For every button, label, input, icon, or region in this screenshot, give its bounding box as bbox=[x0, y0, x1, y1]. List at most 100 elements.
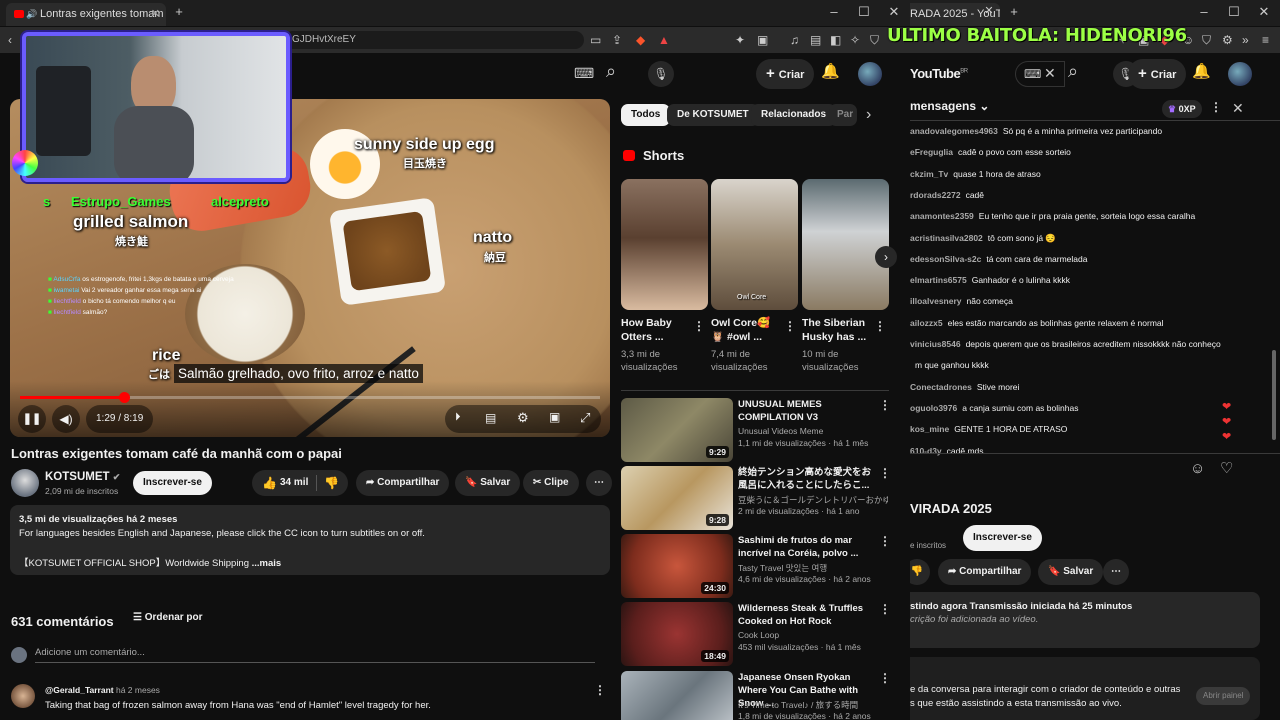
dislike-icon[interactable]: 👎 bbox=[910, 559, 930, 585]
short-title[interactable]: Owl Core🥰 🦉 #owl ... bbox=[711, 316, 783, 344]
chat-menu-icon[interactable]: ⋮ bbox=[1210, 100, 1222, 114]
search-input[interactable]: ⌨ ✕ bbox=[1015, 61, 1065, 87]
recommended-video[interactable]: 9:28 終始テンション高めな愛犬をお風呂に入れることにしたらこ... 豆柴うに… bbox=[621, 466, 891, 530]
chip-channel[interactable]: De KOTSUMET bbox=[667, 104, 759, 126]
wallet-icon[interactable]: ◧ bbox=[830, 32, 841, 48]
recommended-menu-icon[interactable]: ⋮ bbox=[879, 602, 891, 616]
chat-username[interactable]: rdorads2272 bbox=[910, 190, 961, 200]
recommended-video[interactable]: Japanese Onsen Ryokan Where You Can Bath… bbox=[621, 671, 891, 720]
commenter-avatar[interactable] bbox=[11, 684, 35, 708]
description-box[interactable]: 3,5 mi de visualizações há 2 meses For l… bbox=[10, 505, 610, 575]
close-window-button[interactable]: ✕ bbox=[885, 4, 903, 20]
new-tab-button[interactable]: + bbox=[1005, 4, 1023, 19]
minimize-button[interactable]: – bbox=[1195, 4, 1213, 19]
share-button[interactable]: ➦ Compartilhar bbox=[938, 559, 1032, 585]
account-avatar[interactable] bbox=[1228, 62, 1252, 86]
music-icon[interactable]: ♫ bbox=[790, 32, 799, 48]
tab-close-icon[interactable]: ✕ bbox=[980, 4, 998, 17]
short-thumbnail[interactable]: Owl Core bbox=[711, 179, 798, 310]
recommended-video[interactable]: 24:30 Sashimi de frutos do mar incrível … bbox=[621, 534, 891, 598]
comment-author[interactable]: @Gerald_Tarrant bbox=[45, 685, 114, 695]
recommended-menu-icon[interactable]: ⋮ bbox=[879, 398, 891, 412]
volume-icon[interactable]: ◀) bbox=[52, 405, 80, 433]
subscribe-button[interactable]: Inscrever-se bbox=[133, 471, 212, 495]
keyboard-icon[interactable]: ⌨ bbox=[574, 65, 594, 81]
channel-avatar[interactable] bbox=[11, 469, 39, 497]
short-menu-icon[interactable]: ⋮ bbox=[874, 319, 886, 333]
sort-button[interactable]: ☰ Ordenar por bbox=[133, 612, 203, 623]
create-button[interactable]: + Criar bbox=[756, 59, 815, 89]
progress-bar[interactable] bbox=[20, 392, 600, 403]
chat-username[interactable]: ckzim_Tv bbox=[910, 169, 948, 179]
channel-name-row[interactable]: KOTSUMET ✔ bbox=[45, 471, 120, 483]
miniplayer-icon[interactable]: ▣ bbox=[549, 410, 560, 424]
shorts-next-icon[interactable]: › bbox=[875, 246, 897, 268]
bookmark-icon[interactable]: ▣ bbox=[757, 32, 768, 48]
tab-active[interactable]: 🔊 Lontras exigentes tomam ✕ bbox=[6, 3, 166, 26]
save-button[interactable]: 🔖 Salvar bbox=[455, 470, 521, 496]
chat-mode-selector[interactable]: mensagens ⌄ bbox=[910, 99, 989, 113]
chat-username[interactable]: acristinasilva2802 bbox=[910, 233, 983, 243]
short-menu-icon[interactable]: ⋮ bbox=[693, 319, 705, 333]
short-menu-icon[interactable]: ⋮ bbox=[784, 319, 796, 333]
short-thumbnail[interactable] bbox=[621, 179, 708, 310]
like-icon[interactable]: 👍 bbox=[262, 470, 277, 496]
chip-next-icon[interactable]: › bbox=[866, 107, 871, 123]
recommended-menu-icon[interactable]: ⋮ bbox=[879, 534, 891, 548]
chip-all[interactable]: Todos bbox=[621, 104, 671, 126]
recommended-video[interactable]: 18:49 Wilderness Steak & Truffles Cooked… bbox=[621, 602, 891, 666]
microphone-icon[interactable]: 🎙 bbox=[648, 61, 674, 87]
close-chat-icon[interactable]: ✕ bbox=[1232, 100, 1244, 116]
minimize-button[interactable]: – bbox=[825, 4, 843, 19]
open-panel-button[interactable]: Abrir painel bbox=[1196, 687, 1251, 705]
recommended-menu-icon[interactable]: ⋮ bbox=[879, 671, 891, 685]
show-more-link[interactable]: ...mais bbox=[252, 558, 282, 569]
maximize-button[interactable]: ☐ bbox=[855, 4, 873, 20]
account-avatar[interactable] bbox=[858, 62, 882, 86]
short-thumbnail[interactable] bbox=[802, 179, 889, 310]
settings-gear-icon[interactable]: ⚙ bbox=[1222, 32, 1233, 48]
autoplay-toggle-icon[interactable]: ⏵ bbox=[455, 411, 461, 424]
chat-username[interactable]: illoalvesnery bbox=[910, 296, 962, 306]
sidebar-icon[interactable]: ▤ bbox=[810, 32, 821, 48]
chat-username[interactable]: 610-d3y bbox=[910, 446, 942, 456]
emoji-icon[interactable]: ☺ bbox=[1190, 461, 1205, 477]
cast-icon[interactable]: ▭ bbox=[590, 32, 601, 48]
back-icon[interactable]: ‹ bbox=[8, 32, 12, 48]
maximize-button[interactable]: ☐ bbox=[1225, 4, 1243, 20]
rewards-icon[interactable]: ▲ bbox=[658, 32, 670, 48]
chat-username[interactable]: edessonSilva-s2c bbox=[910, 254, 981, 264]
clip-button[interactable]: ✂ Clipe bbox=[523, 470, 579, 496]
tab-close-icon[interactable]: ✕ bbox=[151, 3, 160, 26]
captions-icon[interactable]: ▤ bbox=[485, 411, 496, 425]
more-actions-button[interactable]: ⋯ bbox=[586, 470, 612, 496]
subscribe-button[interactable]: Inscrever-se bbox=[963, 525, 1042, 551]
chat-username[interactable]: eFreguglia bbox=[910, 147, 953, 157]
keyboard-icon[interactable]: ⌨ bbox=[1024, 66, 1041, 82]
short-title[interactable]: How Baby Otters ... bbox=[621, 316, 693, 344]
chat-username[interactable]: anadovalegomes4963 bbox=[910, 126, 998, 136]
dislike-icon[interactable]: 👎 bbox=[324, 470, 339, 496]
heart-icon[interactable]: ♡ bbox=[1220, 461, 1233, 477]
leo-icon[interactable]: ✧ bbox=[850, 32, 860, 48]
chip-partial[interactable]: Par bbox=[829, 104, 857, 126]
chat-username[interactable]: Conectadrones bbox=[910, 382, 972, 392]
chat-username[interactable]: anamontes2359 bbox=[910, 211, 974, 221]
chat-username[interactable]: kos_mine bbox=[910, 424, 949, 434]
vpn-icon[interactable]: ⛉ bbox=[1202, 32, 1211, 48]
chat-username[interactable]: oguolo3976 bbox=[910, 403, 957, 413]
create-button[interactable]: + Criar bbox=[1128, 59, 1187, 89]
search-icon[interactable]: ⌕ bbox=[606, 62, 616, 80]
pause-icon[interactable]: ❚❚ bbox=[18, 405, 46, 433]
vpn-icon[interactable]: ⛉ bbox=[870, 32, 879, 48]
share-button[interactable]: ➦ Compartilhar bbox=[356, 470, 450, 496]
recommended-video[interactable]: 9:29 UNUSUAL MEMES COMPILATION V3 Unusua… bbox=[621, 398, 891, 462]
brave-shield-icon[interactable]: ◆ bbox=[636, 32, 645, 48]
url-field[interactable]: GJDHvtXreEY bbox=[284, 31, 584, 49]
chat-scrollbar[interactable] bbox=[1272, 350, 1276, 440]
recommended-menu-icon[interactable]: ⋮ bbox=[879, 466, 891, 480]
add-comment-input[interactable]: Adicione um comentário... bbox=[35, 647, 595, 663]
settings-gear-icon[interactable]: ⚙ bbox=[517, 410, 529, 426]
comment-menu-icon[interactable]: ⋮ bbox=[594, 683, 606, 697]
search-icon[interactable]: ⌕ bbox=[1068, 62, 1078, 80]
